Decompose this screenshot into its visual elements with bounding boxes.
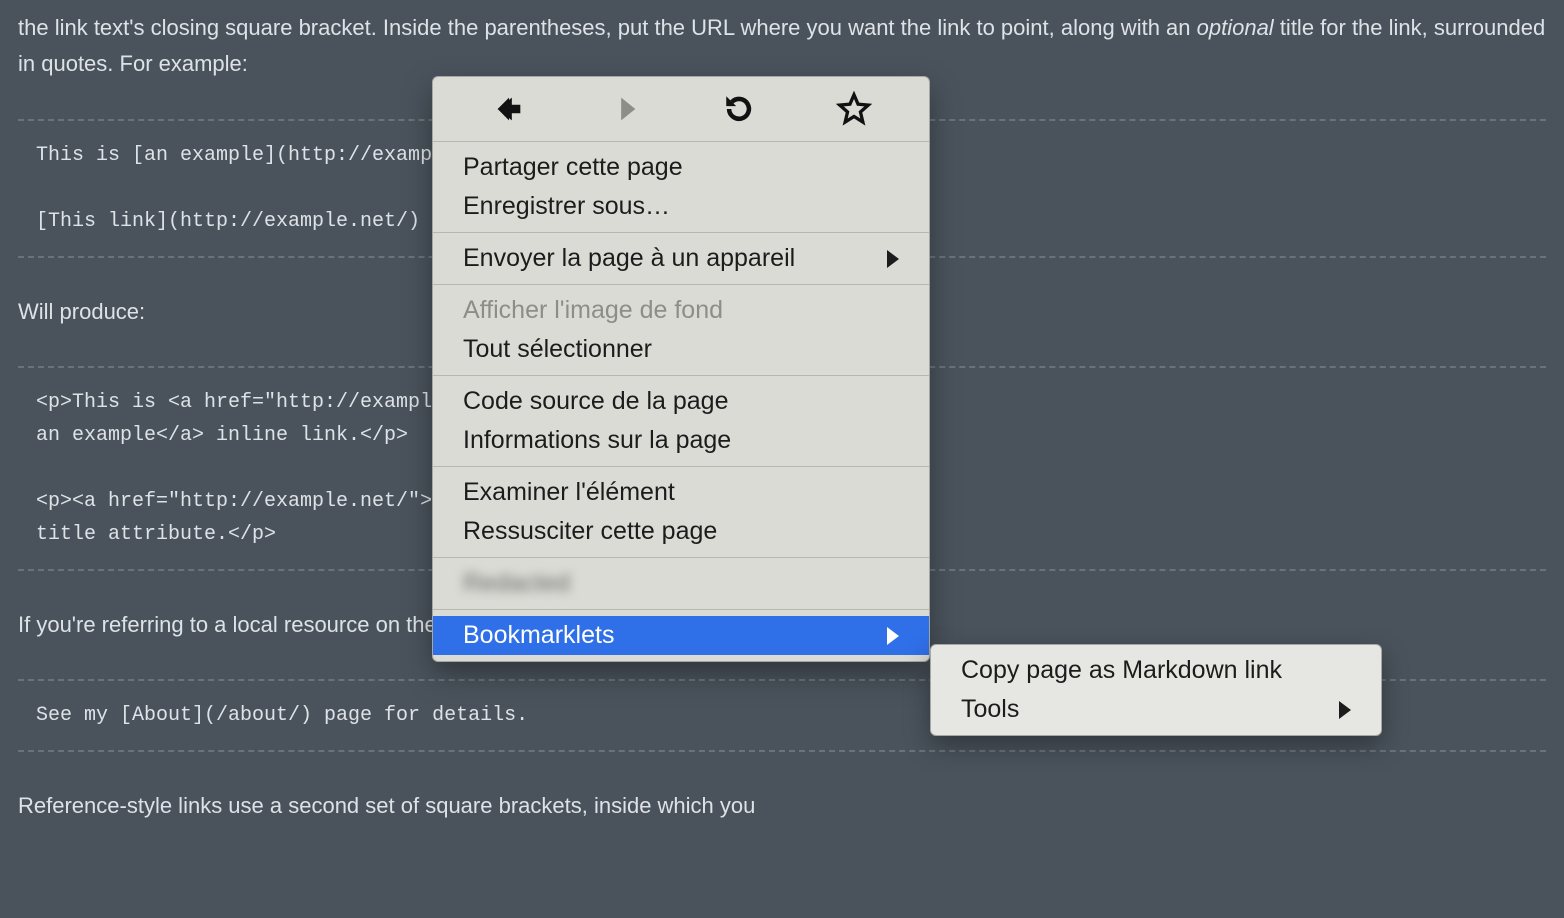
menu-group: Envoyer la page à un appareil [433,232,929,284]
menu-group: Bookmarklets [433,609,929,661]
menu-item-label: Ressusciter cette page [463,514,717,549]
menu-item[interactable]: Bookmarklets [433,616,929,655]
submenu-item-label: Copy page as Markdown link [961,653,1282,688]
menu-item-label: Tout sélectionner [463,332,652,367]
forward-icon[interactable] [606,91,642,127]
submenu-item[interactable]: Copy page as Markdown link [931,651,1381,690]
menu-item[interactable]: Ressusciter cette page [433,512,929,551]
menu-item-label: Envoyer la page à un appareil [463,241,795,276]
menu-item[interactable]: Tout sélectionner [433,330,929,369]
menu-group: Afficher l'image de fond Tout sélectionne… [433,284,929,375]
menu-group: Code source de la page Informations sur l… [433,375,929,466]
back-icon[interactable] [491,91,527,127]
menu-groups: Partager cette page Enregistrer sous… Envo… [433,142,929,661]
menu-item[interactable]: Enregistrer sous… [433,187,929,226]
italic-text: optional [1197,15,1274,40]
chevron-right-icon [1339,701,1351,719]
star-icon[interactable] [836,91,872,127]
menu-item-label: Partager cette page [463,150,683,185]
chevron-right-icon [887,627,899,645]
submenu-item-label: Tools [961,692,1019,727]
menu-item[interactable]: Code source de la page [433,382,929,421]
doc-paragraph: the link text's closing square bracket. … [18,10,1546,83]
context-menu: Partager cette page Enregistrer sous… Envo… [432,76,930,662]
doc-paragraph: Reference-style links use a second set o… [18,788,1546,824]
menu-item-label: Redacted [463,566,570,601]
menu-item-label: Code source de la page [463,384,728,419]
context-menu-toolbar [433,77,929,142]
menu-group: Partager cette page Enregistrer sous… [433,142,929,232]
menu-item-label: Informations sur la page [463,423,731,458]
menu-item: Afficher l'image de fond [433,291,929,330]
menu-item-label: Bookmarklets [463,618,614,653]
menu-item[interactable]: Informations sur la page [433,421,929,460]
context-submenu: Copy page as Markdown link Tools [930,644,1382,736]
menu-item[interactable]: Redacted [433,564,929,603]
menu-group: Examiner l'élément Ressusciter cette page [433,466,929,557]
chevron-right-icon [887,250,899,268]
submenu-item[interactable]: Tools [931,690,1381,729]
menu-item-label: Examiner l'élément [463,475,675,510]
menu-group: Redacted [433,557,929,609]
menu-item[interactable]: Examiner l'élément [433,473,929,512]
menu-item[interactable]: Partager cette page [433,148,929,187]
menu-item[interactable]: Envoyer la page à un appareil [433,239,929,278]
text-fragment: the link text's closing square bracket. … [18,15,1197,40]
menu-item-label: Enregistrer sous… [463,189,670,224]
menu-item-label: Afficher l'image de fond [463,293,723,328]
reload-icon[interactable] [721,91,757,127]
